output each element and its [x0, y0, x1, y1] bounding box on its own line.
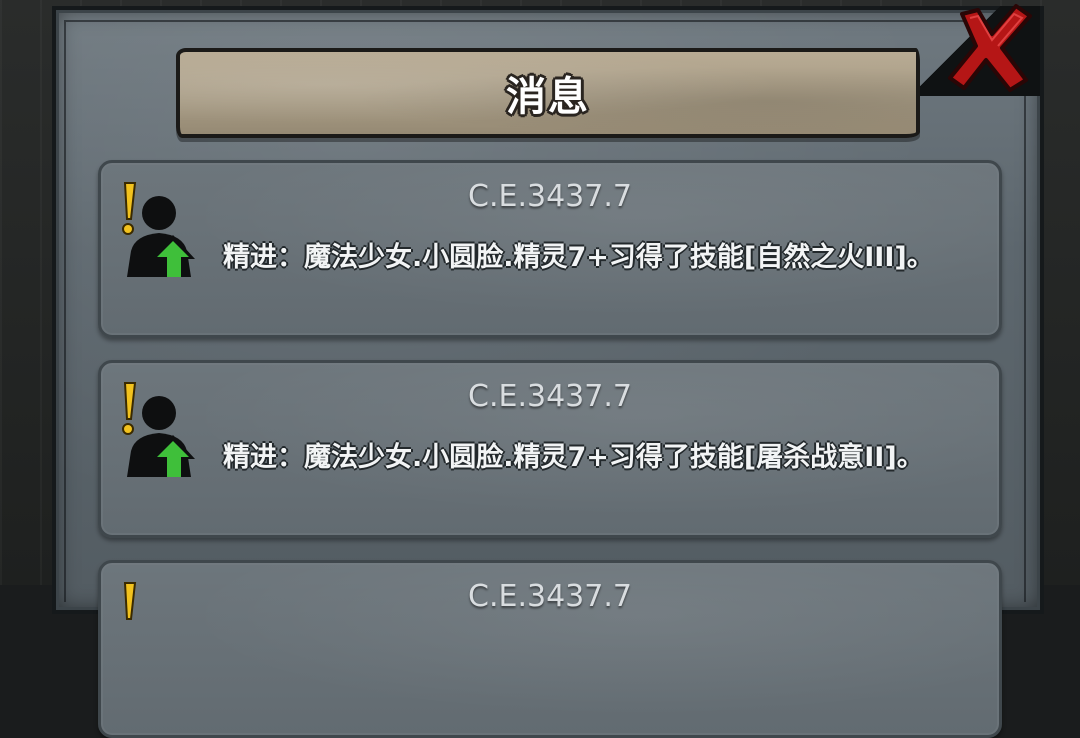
message-item[interactable]: C.E.3437.7 精进：魔法少女.小圆脸.精灵7+习得了技能[自然之火III… [98, 160, 1002, 338]
message-date: C.E.3437.7 [468, 379, 632, 414]
close-button[interactable] [930, 0, 1040, 100]
message-date: C.E.3437.7 [468, 179, 632, 214]
dialog-title: 消息 [506, 74, 590, 120]
message-item[interactable]: C.E.3437.7 [98, 560, 1002, 738]
message-text: 精进：魔法少女.小圆脸.精灵7+习得了技能[屠杀战意II]。 [223, 442, 924, 473]
message-item[interactable]: C.E.3437.7 精进：魔法少女.小圆脸.精灵7+习得了技能[屠杀战意II]… [98, 360, 1002, 538]
close-icon [948, 4, 1032, 92]
message-date: C.E.3437.7 [468, 579, 632, 614]
message-text: 精进：魔法少女.小圆脸.精灵7+习得了技能[自然之火III]。 [223, 242, 934, 273]
dialog-title-plaque: 消息 [176, 48, 920, 138]
